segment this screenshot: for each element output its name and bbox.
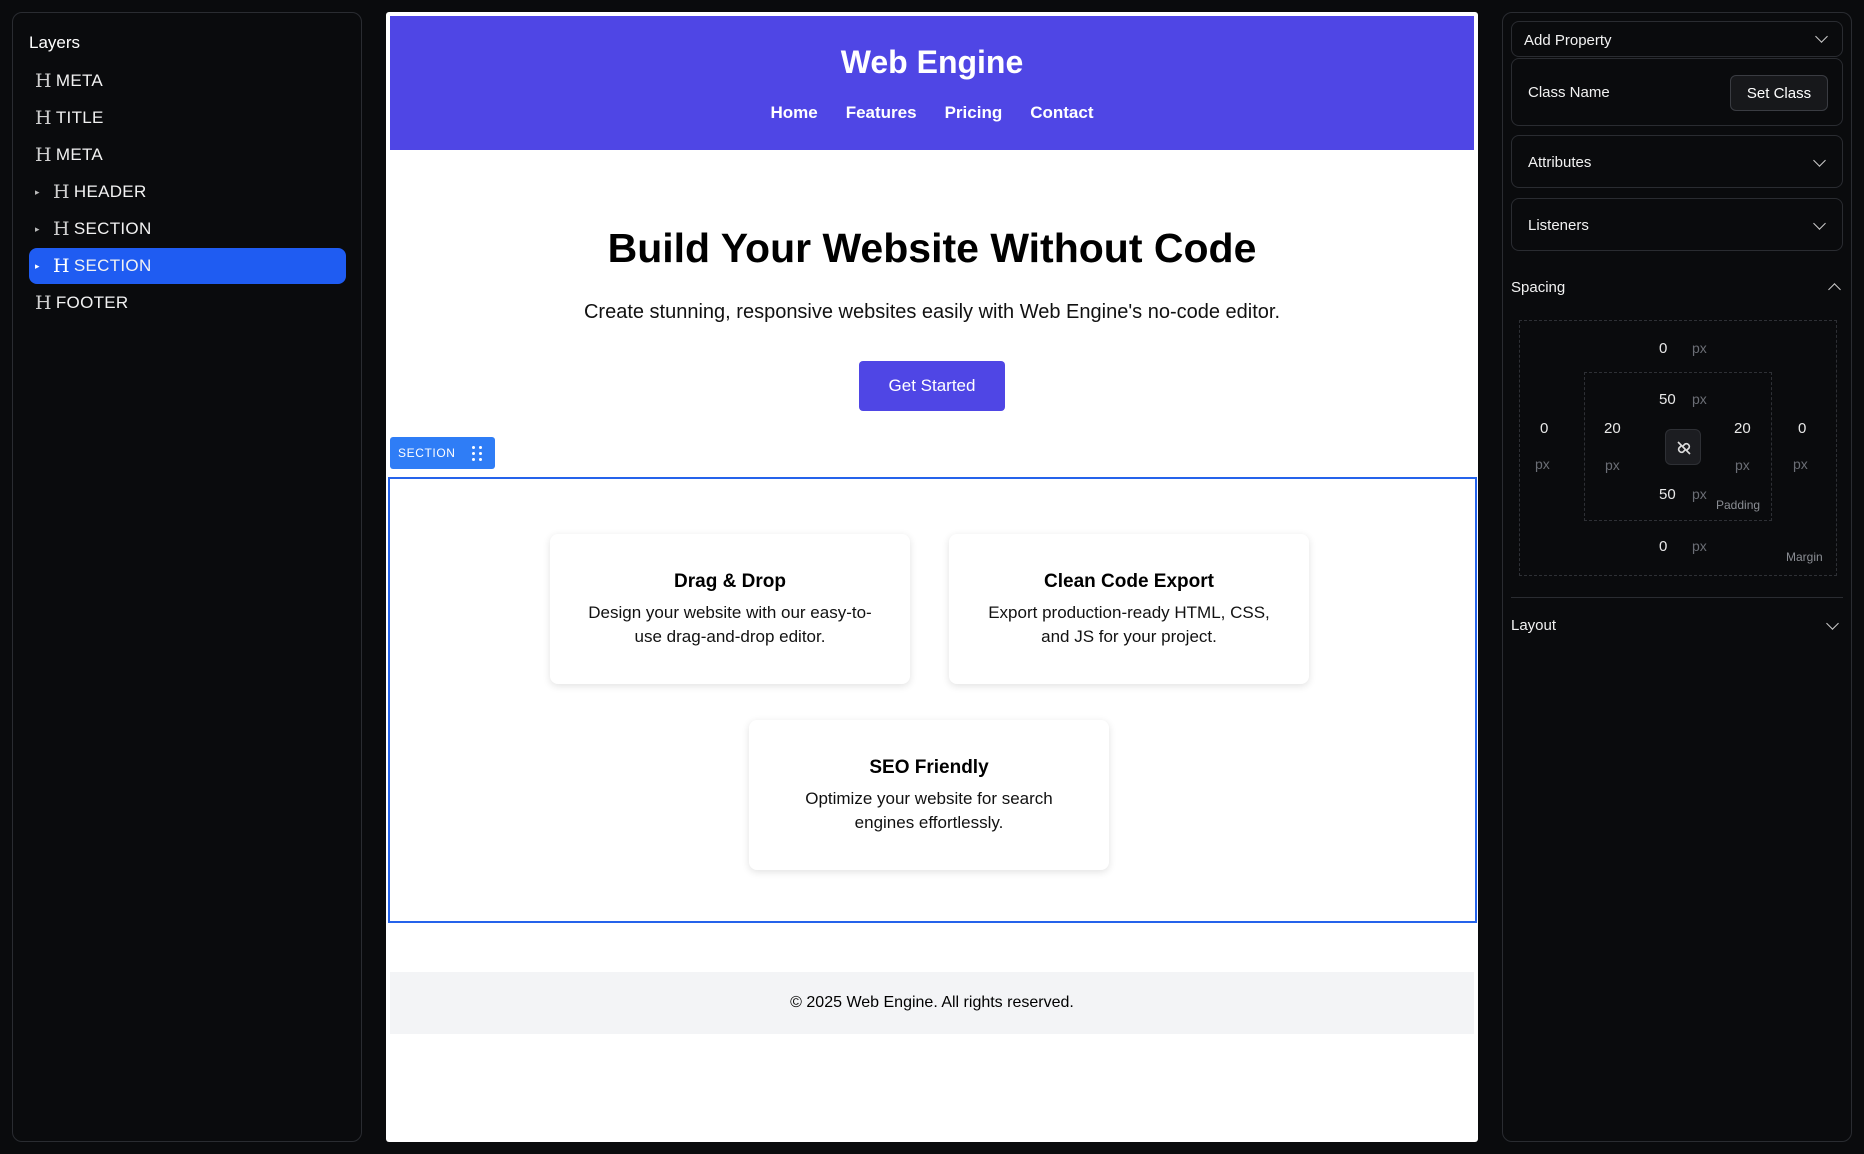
properties-panel: Add Property Class Name Set Class Attrib… bbox=[1502, 12, 1852, 1142]
layers-title: Layers bbox=[29, 33, 81, 52]
attributes-label: Attributes bbox=[1528, 154, 1592, 171]
layer-label: TITLE bbox=[55, 108, 104, 127]
layers-panel: Layers H META H TITLE H META ▸ H HEADER … bbox=[12, 12, 362, 1142]
margin-top-value[interactable]: 0 bbox=[1659, 340, 1667, 357]
feature-card[interactable]: SEO Friendly Optimize your website for s… bbox=[749, 720, 1109, 870]
feature-text: Design your website with our easy-to-use… bbox=[588, 603, 872, 646]
margin-right-value[interactable]: 0 bbox=[1798, 420, 1806, 437]
chevron-down-icon bbox=[1813, 217, 1826, 230]
site-footer[interactable]: © 2025 Web Engine. All rights reserved. bbox=[390, 972, 1474, 1034]
hero-subtitle: Create stunning, responsive websites eas… bbox=[583, 301, 1281, 323]
padding-label: Padding bbox=[1716, 498, 1761, 512]
caret-right-icon[interactable]: ▸ bbox=[35, 261, 47, 272]
class-name-row: Class Name Set Class bbox=[1511, 58, 1843, 126]
layer-label: SECTION bbox=[73, 219, 152, 238]
chevron-down-icon bbox=[1813, 154, 1826, 167]
margin-right-unit: px bbox=[1793, 456, 1808, 472]
padding-top-value[interactable]: 50 bbox=[1659, 391, 1676, 408]
padding-right-unit: px bbox=[1735, 457, 1750, 473]
feature-title: Drag & Drop bbox=[674, 571, 786, 592]
site-header[interactable]: Web Engine Home Features Pricing Contact bbox=[390, 16, 1474, 150]
get-started-button[interactable]: Get Started bbox=[859, 361, 1005, 411]
feature-card[interactable]: Clean Code Export Export production-read… bbox=[949, 534, 1309, 684]
site-title: Web Engine bbox=[840, 44, 1024, 80]
feature-card[interactable]: Drag & Drop Design your website with our… bbox=[550, 534, 910, 684]
unlink-spacing-button[interactable] bbox=[1665, 429, 1701, 465]
class-name-label: Class Name bbox=[1528, 84, 1610, 101]
unlink-icon bbox=[1677, 441, 1691, 455]
margin-bottom-unit: px bbox=[1692, 538, 1707, 554]
padding-right-value[interactable]: 20 bbox=[1734, 420, 1751, 437]
nav-link-home[interactable]: Home bbox=[770, 103, 817, 123]
editor-canvas[interactable]: Web Engine Home Features Pricing Contact… bbox=[386, 12, 1478, 1142]
padding-bottom-value[interactable]: 50 bbox=[1659, 486, 1676, 503]
selected-section[interactable]: Drag & Drop Design your website with our… bbox=[388, 477, 1477, 923]
feature-title: SEO Friendly bbox=[869, 757, 989, 778]
heading-icon: H bbox=[53, 255, 70, 277]
layer-label: HEADER bbox=[73, 182, 147, 201]
layer-label: META bbox=[55, 71, 104, 90]
caret-right-icon[interactable]: ▸ bbox=[35, 224, 47, 235]
spacing-label[interactable]: Spacing bbox=[1511, 279, 1565, 296]
feature-text: Export production-ready HTML, CSS, and J… bbox=[988, 603, 1270, 646]
nav-link-contact[interactable]: Contact bbox=[1030, 103, 1093, 123]
layer-item-section-selected[interactable]: ▸ H SECTION bbox=[29, 248, 346, 284]
layer-label: FOOTER bbox=[55, 293, 129, 312]
padding-left-value[interactable]: 20 bbox=[1604, 420, 1621, 437]
set-class-button[interactable]: Set Class bbox=[1730, 75, 1828, 111]
heading-icon: H bbox=[35, 292, 52, 314]
divider bbox=[1511, 597, 1843, 598]
margin-label: Margin bbox=[1786, 550, 1823, 564]
layer-item-title[interactable]: H TITLE bbox=[29, 100, 346, 136]
attributes-section[interactable]: Attributes bbox=[1511, 135, 1843, 188]
chevron-down-icon bbox=[1815, 30, 1828, 43]
add-property-label: Add Property bbox=[1524, 32, 1612, 49]
section-tag[interactable]: SECTION bbox=[390, 437, 495, 469]
chevron-down-icon[interactable] bbox=[1826, 617, 1839, 630]
listeners-section[interactable]: Listeners bbox=[1511, 198, 1843, 251]
listeners-label: Listeners bbox=[1528, 217, 1589, 234]
padding-box: 50 px 20 px 20 px 50 px Padding bbox=[1584, 372, 1772, 521]
layer-label: SECTION bbox=[73, 256, 152, 275]
margin-bottom-value[interactable]: 0 bbox=[1659, 538, 1667, 555]
layer-item-meta[interactable]: H META bbox=[29, 63, 346, 99]
heading-icon: H bbox=[35, 70, 52, 92]
layer-item-header[interactable]: ▸ H HEADER bbox=[29, 174, 346, 210]
drag-handle-icon[interactable] bbox=[471, 445, 482, 461]
margin-left-unit: px bbox=[1535, 456, 1550, 472]
add-property-dropdown[interactable]: Add Property bbox=[1511, 21, 1843, 57]
section-tag-label: SECTION bbox=[398, 446, 456, 460]
heading-icon: H bbox=[35, 144, 52, 166]
heading-icon: H bbox=[53, 218, 70, 240]
heading-icon: H bbox=[53, 181, 70, 203]
hero-title: Build Your Website Without Code bbox=[607, 225, 1257, 271]
padding-bottom-unit: px bbox=[1692, 486, 1707, 502]
margin-box: 0 px 0 px 0 px 0 px Margin 50 px 20 px 2… bbox=[1519, 320, 1837, 576]
nav-link-features[interactable]: Features bbox=[846, 103, 917, 123]
padding-top-unit: px bbox=[1692, 391, 1707, 407]
nav-link-pricing[interactable]: Pricing bbox=[945, 103, 1003, 123]
layer-item-meta[interactable]: H META bbox=[29, 137, 346, 173]
padding-left-unit: px bbox=[1605, 457, 1620, 473]
heading-icon: H bbox=[35, 107, 52, 129]
layout-label[interactable]: Layout bbox=[1511, 617, 1556, 634]
caret-right-icon[interactable]: ▸ bbox=[35, 187, 47, 198]
margin-top-unit: px bbox=[1692, 340, 1707, 356]
layer-label: META bbox=[55, 145, 104, 164]
site-nav: Home Features Pricing Contact bbox=[390, 103, 1474, 123]
chevron-up-icon[interactable] bbox=[1828, 283, 1841, 296]
layer-item-footer[interactable]: H FOOTER bbox=[29, 285, 346, 321]
layer-item-section[interactable]: ▸ H SECTION bbox=[29, 211, 346, 247]
feature-title: Clean Code Export bbox=[1044, 571, 1214, 592]
feature-text: Optimize your website for search engines… bbox=[805, 789, 1053, 832]
margin-left-value[interactable]: 0 bbox=[1540, 420, 1548, 437]
